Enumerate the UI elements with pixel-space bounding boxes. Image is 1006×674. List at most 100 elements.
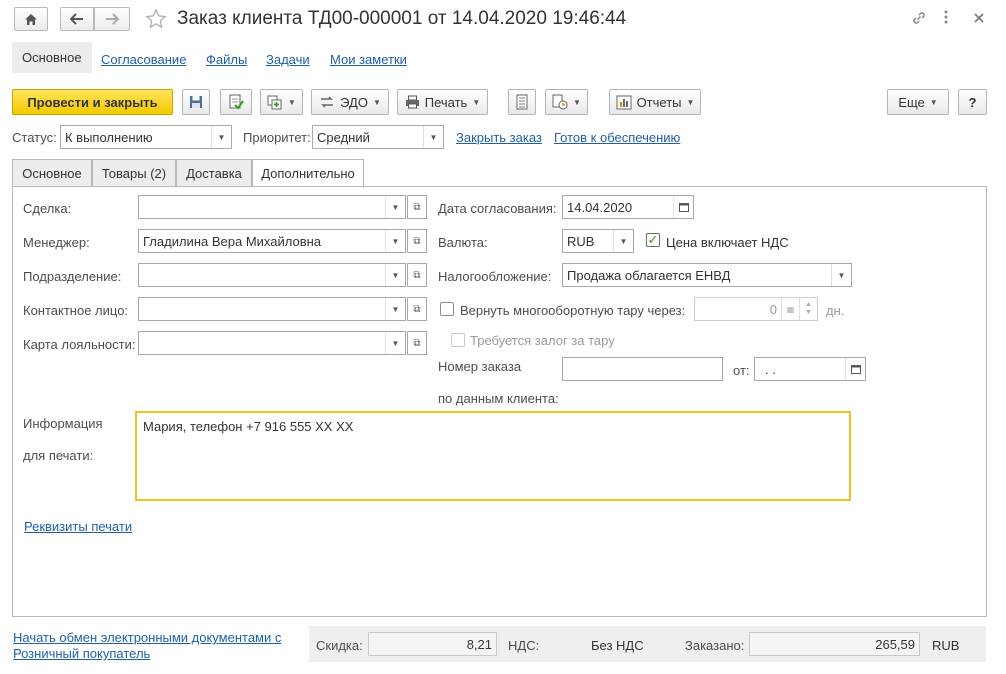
start-edo-link[interactable]: Начать обмен электронными документами с	[13, 630, 281, 645]
client-order-number-field[interactable]	[562, 357, 723, 381]
more-label: Еще	[898, 94, 925, 110]
chevron-down-icon[interactable]: ▼	[831, 264, 851, 286]
page-link-tasks[interactable]: Задачи	[266, 52, 310, 67]
currency-label: Валюта:	[438, 235, 488, 250]
forward-button[interactable]	[94, 7, 130, 31]
division-field[interactable]: ▼	[138, 263, 406, 287]
close-icon	[974, 13, 984, 23]
deposit-label: Требуется залог за тару	[470, 333, 615, 348]
deposit-checkbox[interactable]	[451, 333, 465, 347]
open-deal-button[interactable]: ⧉	[407, 195, 427, 219]
approval-date-field[interactable]: 14.04.2020	[562, 195, 694, 219]
contact-field[interactable]: ▼	[138, 297, 406, 321]
return-tare-days-field[interactable]: 0 ▦ ▲ ▼	[694, 297, 818, 321]
calendar-icon[interactable]	[845, 358, 865, 380]
print-info-value: Мария, телефон +7 916 555 XX XX	[143, 419, 354, 434]
print-info-label-line2: для печати:	[23, 448, 94, 463]
print-label: Печать	[424, 94, 468, 110]
ordered-value: 265,59	[875, 636, 915, 652]
chevron-down-icon[interactable]: ▼	[385, 332, 405, 354]
ready-for-supply-link[interactable]: Готов к обеспечению	[554, 130, 680, 145]
reports-button[interactable]: Отчеты ▼	[609, 89, 701, 115]
more-button[interactable]: Еще ▼	[887, 89, 949, 115]
chevron-down-icon[interactable]: ▼	[613, 230, 633, 252]
chevron-down-icon[interactable]: ▼	[385, 264, 405, 286]
link-button[interactable]	[911, 10, 927, 30]
document-movements-button[interactable]	[508, 89, 536, 115]
calendar-icon[interactable]	[673, 196, 693, 218]
open-icon: ⧉	[413, 235, 421, 247]
edo-button[interactable]: ЭДО ▼	[311, 89, 389, 115]
open-manager-button[interactable]: ⧉	[407, 229, 427, 253]
status-value: К выполнению	[65, 129, 153, 145]
print-info-textarea[interactable]: Мария, телефон +7 916 555 XX XX	[135, 411, 851, 501]
create-based-on-button[interactable]: ▼	[260, 89, 303, 115]
currency-select[interactable]: RUB ▼	[562, 229, 634, 253]
taxation-select[interactable]: Продажа облагается ЕНВД ▼	[562, 263, 852, 287]
deal-label: Сделка:	[23, 201, 72, 216]
return-tare-checkbox[interactable]	[440, 302, 454, 316]
client-link[interactable]: Розничный покупатель	[13, 646, 150, 661]
favorite-star-button[interactable]	[145, 8, 167, 33]
chevron-down-icon[interactable]: ▼	[423, 126, 443, 148]
spin-icon[interactable]: ▲ ▼	[799, 298, 817, 320]
back-button[interactable]	[60, 7, 94, 31]
save-button[interactable]	[182, 89, 210, 115]
deal-field[interactable]: ▼	[138, 195, 406, 219]
open-division-button[interactable]: ⧉	[407, 263, 427, 287]
chevron-down-icon: ▼	[372, 97, 381, 107]
loyalty-card-field[interactable]: ▼	[138, 331, 406, 355]
help-button[interactable]: ?	[958, 89, 987, 115]
vat-value: Без НДС	[591, 638, 644, 653]
more-actions-button[interactable]	[943, 9, 949, 29]
manager-value: Гладилина Вера Михайловна	[143, 233, 322, 249]
page-link-notes[interactable]: Мои заметки	[330, 52, 407, 67]
manager-label: Менеджер:	[23, 235, 90, 250]
priority-label: Приоритет:	[243, 130, 311, 145]
related-documents-icon	[552, 94, 568, 110]
ordered-field: 265,59	[749, 632, 920, 656]
vat-label: НДС:	[508, 638, 540, 653]
tab-delivery[interactable]: Доставка	[176, 159, 252, 186]
tab-goods[interactable]: Товары (2)	[92, 159, 176, 186]
vat-included-checkbox[interactable]: ✓	[646, 232, 660, 247]
chevron-down-icon: ▼	[929, 97, 938, 107]
chevron-down-icon: ▼	[573, 97, 581, 107]
chevron-down-icon[interactable]: ▼	[385, 230, 405, 252]
chevron-down-icon[interactable]: ▼	[211, 126, 231, 148]
open-contact-button[interactable]: ⧉	[407, 297, 427, 321]
page-link-files[interactable]: Файлы	[206, 52, 247, 67]
chevron-down-icon: ▼	[288, 97, 296, 107]
chevron-down-icon[interactable]: ▼	[385, 196, 405, 218]
status-select[interactable]: К выполнению ▼	[60, 125, 232, 149]
document-list-icon	[516, 94, 528, 110]
tab-additional[interactable]: Дополнительно	[252, 159, 364, 187]
from-date-label: от:	[733, 363, 750, 378]
open-loyalty-card-button[interactable]: ⧉	[407, 331, 427, 355]
related-documents-button[interactable]: ▼	[545, 89, 588, 115]
page-link-approval[interactable]: Согласование	[101, 52, 186, 67]
calculator-icon[interactable]: ▦	[781, 298, 799, 320]
chevron-down-icon[interactable]: ▼	[385, 298, 405, 320]
print-button[interactable]: Печать ▼	[397, 89, 488, 115]
close-button[interactable]	[973, 11, 985, 28]
reports-label: Отчеты	[636, 94, 682, 110]
post-and-close-button[interactable]: Провести и закрыть	[12, 89, 173, 115]
manager-field[interactable]: Гладилина Вера Михайловна ▼	[138, 229, 406, 253]
close-order-link[interactable]: Закрыть заказ	[456, 130, 542, 145]
client-order-date-field[interactable]: . .	[754, 357, 866, 381]
open-icon: ⧉	[413, 337, 421, 349]
home-icon	[25, 13, 37, 25]
open-icon: ⧉	[413, 269, 421, 281]
priority-select[interactable]: Средний ▼	[312, 125, 444, 149]
home-button[interactable]	[14, 7, 48, 31]
more-icon	[944, 10, 948, 24]
days-unit-label: дн.	[826, 303, 845, 318]
print-requisites-link[interactable]: Реквизиты печати	[24, 519, 132, 534]
post-button[interactable]	[220, 89, 252, 115]
tab-main[interactable]: Основное	[12, 159, 92, 186]
create-based-on-icon	[267, 95, 282, 110]
page-link-main[interactable]: Основное	[12, 42, 92, 73]
window-title: Заказ клиента ТД00-000001 от 14.04.2020 …	[177, 8, 627, 29]
taxation-label: Налогообложение:	[438, 269, 552, 284]
